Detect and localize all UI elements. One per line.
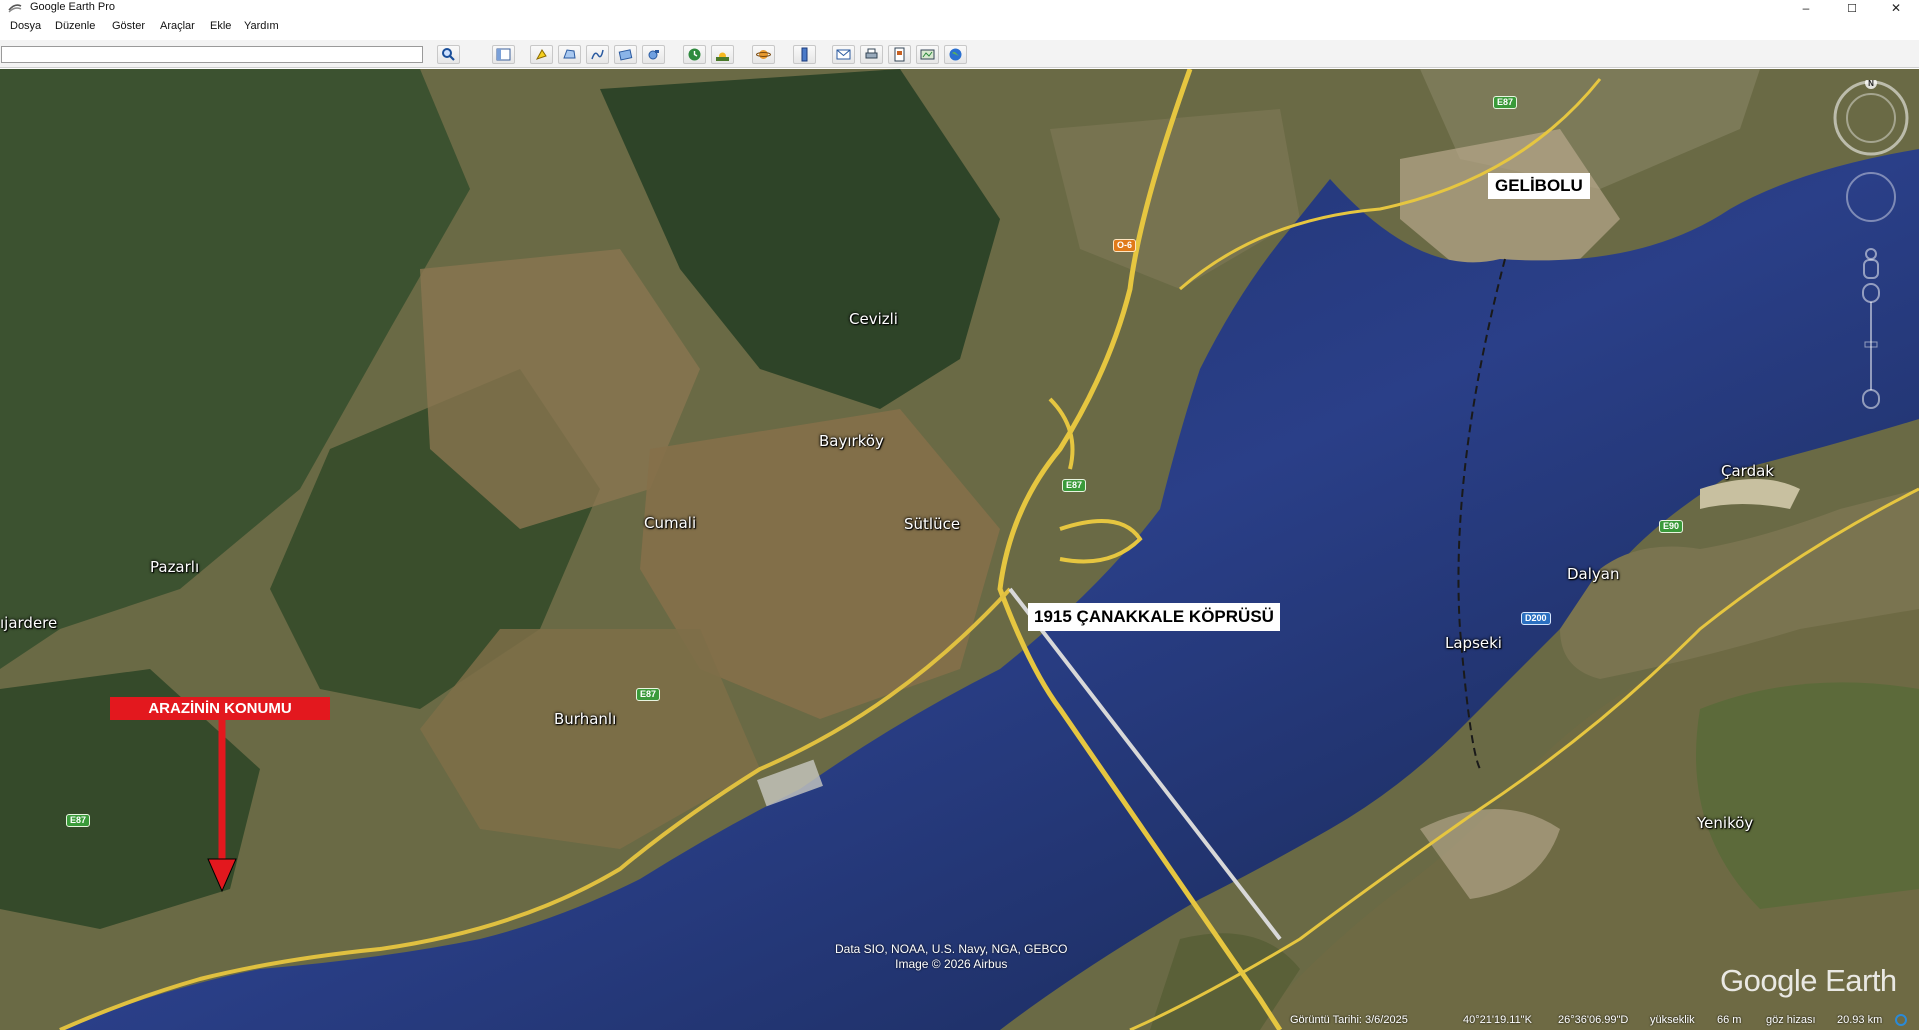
maximize-button[interactable]: ☐: [1829, 0, 1875, 16]
road-shield-e87: E87: [1062, 479, 1087, 492]
search-input[interactable]: [1, 46, 423, 63]
road-shield-e87: E87: [1493, 96, 1518, 109]
google-earth-logo: Google Earth: [1720, 963, 1897, 998]
annotation-location-marker[interactable]: ARAZİNİN KONUMU: [110, 697, 330, 720]
place-label-burhanli[interactable]: Burhanlı: [554, 710, 616, 728]
sidebar-toggle-icon: [496, 48, 511, 61]
print-icon: [865, 48, 878, 59]
polygon-icon: [563, 49, 576, 59]
navigation-controls[interactable]: N: [1832, 80, 1910, 410]
search-button[interactable]: [437, 45, 460, 64]
save-image-icon: [894, 47, 905, 62]
sunlight-button[interactable]: [711, 45, 734, 64]
latitude: 40°21'19.11"K: [1463, 1014, 1532, 1026]
place-label-bayirkoy[interactable]: Bayırköy: [819, 432, 884, 450]
svg-text:N: N: [1868, 80, 1874, 88]
attribution-image: Image © 2026 Airbus: [895, 957, 1008, 971]
compass-ring-icon[interactable]: N: [1833, 80, 1909, 156]
close-icon: ✕: [1890, 1, 1902, 15]
imagery-attribution: Data SIO, NOAA, U.S. Navy, NGA, GEBCO Im…: [835, 942, 1068, 972]
map-view[interactable]: Cevizli Bayırköy Cumali Sütlüce Pazarlı …: [0, 69, 1919, 1030]
email-button[interactable]: [832, 45, 855, 64]
email-icon: [836, 49, 851, 60]
attribution-data: Data SIO, NOAA, U.S. Navy, NGA, GEBCO: [835, 942, 1068, 956]
title-bar: Google Earth Pro – ☐ ✕: [0, 0, 1919, 16]
road-shield-o6: O-6: [1113, 239, 1137, 252]
road-shield-d200: D200: [1521, 612, 1551, 625]
placemark-icon: [535, 49, 547, 60]
minimize-icon: –: [1802, 1, 1810, 15]
historical-imagery-button[interactable]: [683, 45, 706, 64]
status-bar: Görüntü Tarihi: 3/6/2025 40°21'19.11"K 2…: [1290, 1012, 1919, 1029]
place-label-pazarli[interactable]: Pazarlı: [150, 558, 199, 576]
toolbar: [0, 40, 1919, 68]
road-shield-e87: E87: [66, 814, 91, 827]
menu-bar: Dosya Düzenle Göster Araçlar Ekle Yardım: [0, 18, 1919, 36]
view-in-maps-button[interactable]: [916, 45, 939, 64]
place-label-gardere[interactable]: ıjardere: [0, 614, 57, 632]
menu-goster[interactable]: Göster: [112, 20, 145, 32]
print-button[interactable]: [860, 45, 883, 64]
eye-altitude-label: göz hizası: [1766, 1014, 1816, 1026]
longitude: 26°36'06.99"D: [1558, 1014, 1629, 1026]
planets-icon: [756, 50, 771, 59]
satellite-imagery: [0, 69, 1919, 1030]
add-image-overlay-button[interactable]: [614, 45, 637, 64]
add-path-button[interactable]: [586, 45, 609, 64]
look-joystick-icon[interactable]: [1846, 172, 1896, 222]
planets-button[interactable]: [752, 45, 775, 64]
google-earth-window: Google Earth Pro – ☐ ✕ Dosya Düzenle Gös…: [0, 0, 1919, 1030]
path-icon: [591, 49, 604, 60]
google-earth-app-icon: [8, 4, 22, 13]
sidebar-toggle-button[interactable]: [492, 45, 515, 64]
earth-button[interactable]: [944, 45, 967, 64]
image-overlay-icon: [618, 49, 633, 61]
add-polygon-button[interactable]: [558, 45, 581, 64]
menu-ekle[interactable]: Ekle: [210, 20, 231, 32]
place-label-cardak[interactable]: Çardak: [1721, 462, 1774, 480]
search-icon: [442, 48, 455, 61]
view-in-maps-icon: [920, 49, 935, 60]
annotation-bridge[interactable]: 1915 ÇANAKKALE KÖPRÜSÜ: [1028, 603, 1280, 631]
road-shield-e90: E90: [1659, 520, 1684, 533]
place-label-sutluce[interactable]: Sütlüce: [904, 515, 960, 533]
maximize-icon: ☐: [1847, 2, 1857, 15]
annotation-gelibolu[interactable]: GELİBOLU: [1488, 173, 1590, 199]
place-label-cevizli[interactable]: Cevizli: [849, 310, 898, 328]
record-tour-icon: [648, 50, 659, 60]
add-placemark-button[interactable]: [530, 45, 553, 64]
zoom-slider-icon[interactable]: [1862, 283, 1880, 409]
ruler-icon: [801, 47, 808, 62]
historical-imagery-icon: [688, 48, 701, 61]
menu-yardim[interactable]: Yardım: [244, 20, 279, 32]
road-shield-e87: E87: [636, 688, 661, 701]
menu-araclar[interactable]: Araçlar: [160, 20, 195, 32]
earth-icon: [949, 48, 962, 61]
menu-duzenle[interactable]: Düzenle: [55, 20, 95, 32]
minimize-button[interactable]: –: [1783, 0, 1829, 16]
eye-altitude-value: 20.93 km: [1837, 1014, 1883, 1026]
record-tour-button[interactable]: [642, 45, 665, 64]
imagery-date: Görüntü Tarihi: 3/6/2025: [1290, 1014, 1408, 1026]
elevation-label: yükseklik: [1650, 1014, 1695, 1026]
place-label-dalyan[interactable]: Dalyan: [1567, 565, 1620, 583]
place-label-lapseki[interactable]: Lapseki: [1445, 634, 1502, 652]
sunlight-icon: [716, 52, 729, 61]
close-button[interactable]: ✕: [1873, 0, 1919, 16]
street-view-pegman-icon[interactable]: [1863, 248, 1879, 279]
menu-dosya[interactable]: Dosya: [10, 20, 41, 32]
place-label-cumali[interactable]: Cumali: [644, 514, 696, 532]
elevation-value: 66 m: [1717, 1014, 1742, 1026]
place-label-yenikoy[interactable]: Yeniköy: [1697, 814, 1753, 832]
ruler-button[interactable]: [793, 45, 816, 64]
streaming-indicator-icon: [1895, 1014, 1907, 1026]
window-title: Google Earth Pro: [30, 1, 115, 13]
save-image-button[interactable]: [888, 45, 911, 64]
